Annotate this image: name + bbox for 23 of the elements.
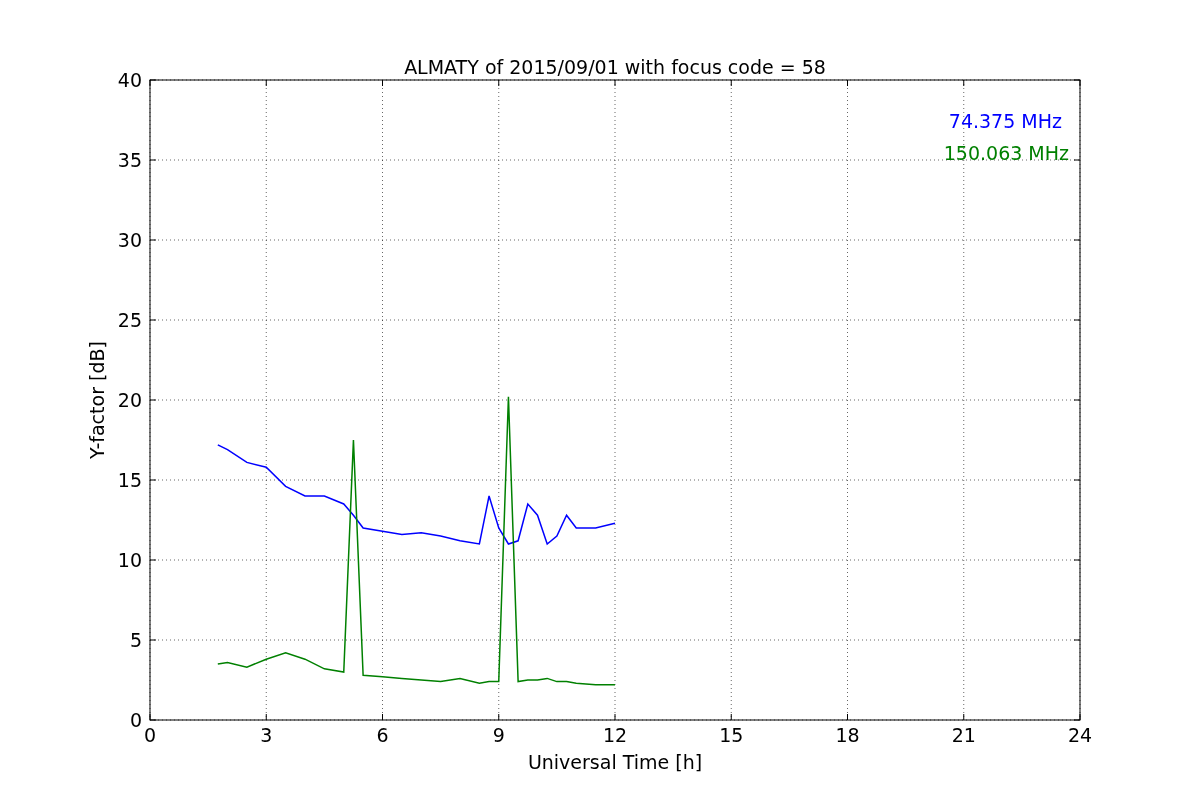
y-tick-label: 20 [117,389,142,411]
y-tick-label: 25 [117,309,142,331]
y-tick-label: 10 [117,549,142,571]
x-tick-label: 0 [143,724,157,746]
x-axis-label: Universal Time [h] [527,751,703,773]
x-tick-label: 9 [492,724,505,746]
y-tick-label: 30 [117,229,142,251]
x-tick-label: 12 [602,724,628,746]
x-tick-label: 24 [1067,724,1093,746]
y-tick-label: 35 [117,149,142,171]
legend-label: 74.375 MHz [948,110,1062,132]
x-tick-label: 21 [951,724,976,746]
y-axis-label: Y-factor [dB] [86,341,108,459]
y-tick-label: 5 [129,629,142,651]
y-tick-label: 15 [117,469,142,491]
y-tick-label: 0 [129,709,142,731]
x-tick-label: 3 [260,724,273,746]
x-tick-label: 6 [376,724,389,746]
x-tick-label: 18 [835,724,860,746]
chart-title: ALMATY of 2015/09/01 with focus code = 58 [404,56,826,78]
x-tick-label: 15 [719,724,744,746]
y-tick-label: 40 [117,69,142,91]
legend-label: 150.063 MHz [943,142,1069,164]
